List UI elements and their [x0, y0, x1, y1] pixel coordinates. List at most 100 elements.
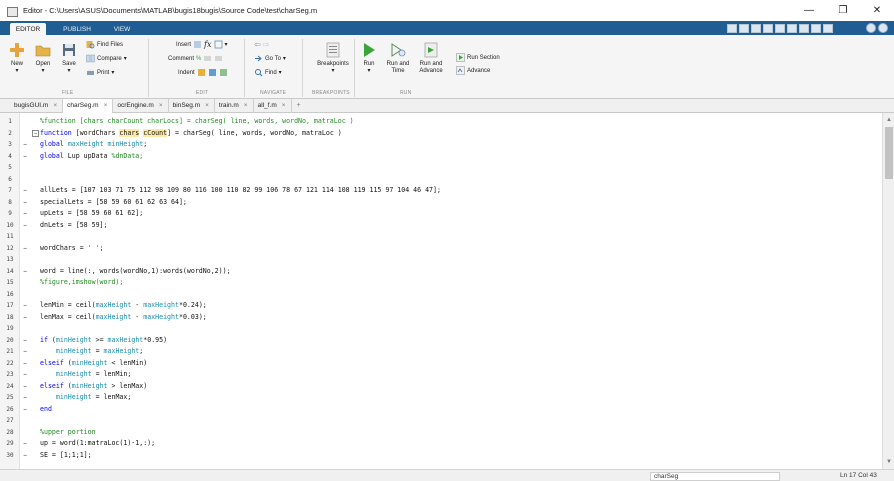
code-line[interactable]: 2 − function [wordChars chars cCount] = ch…: [0, 128, 882, 138]
code-line[interactable]: 4− global Lup upData %dnData;: [0, 152, 882, 161]
code-line[interactable]: 14− word = line(:, words(wordNo,1):words(…: [0, 267, 882, 276]
run-and-time-button[interactable]: Run and Time: [384, 41, 412, 75]
quick-dock-icon[interactable]: [811, 23, 821, 33]
scroll-up-icon[interactable]: ▲: [883, 115, 894, 125]
run-and-advance-button[interactable]: Run and Advance: [416, 41, 446, 75]
compare-button[interactable]: Compare ▾: [86, 54, 127, 63]
quick-switch-windows-icon[interactable]: [799, 23, 809, 33]
code-line[interactable]: 7 − allLets = [107 103 71 75 112 98 109 80…: [0, 186, 882, 195]
executable-line-marker[interactable]: −: [20, 347, 30, 356]
file-tab-charseg[interactable]: charSeg.m ×: [63, 98, 114, 113]
quick-save-icon[interactable]: [727, 23, 737, 33]
minimize-button[interactable]: —: [792, 0, 826, 21]
code-line[interactable]: 20− if (minHeight >= maxHeight*0.95): [0, 336, 882, 345]
run-section-button[interactable]: Run Section: [456, 53, 500, 62]
quick-paste-icon[interactable]: [763, 23, 773, 33]
executable-line-marker[interactable]: −: [20, 301, 30, 310]
code-line[interactable]: 18− lenMax = ceil(maxHeight - maxHeight*0…: [0, 313, 882, 322]
open-button[interactable]: Open ▾: [32, 41, 54, 75]
code-fold-toggle-icon[interactable]: −: [32, 129, 39, 137]
help-icon[interactable]: [866, 23, 876, 33]
run-button[interactable]: Run ▾: [358, 41, 380, 75]
executable-line-marker[interactable]: −: [20, 359, 30, 368]
code-line[interactable]: 10− dnLets = [58 59];: [0, 221, 882, 230]
fx-icon[interactable]: fx: [204, 40, 211, 49]
executable-line-marker[interactable]: −: [20, 313, 30, 322]
executable-line-marker[interactable]: −: [20, 336, 30, 345]
executable-line-marker[interactable]: −: [20, 221, 30, 230]
new-button[interactable]: New ▾: [6, 41, 28, 75]
tab-publish[interactable]: PUBLISH: [58, 23, 96, 35]
code-line[interactable]: 27: [0, 416, 882, 425]
close-tab-icon[interactable]: ×: [159, 102, 163, 109]
code-line[interactable]: 23− minHeight = lenMin;: [0, 370, 882, 379]
file-tab-all-f[interactable]: all_f.m ×: [254, 98, 292, 113]
quick-redo-icon[interactable]: [787, 23, 797, 33]
advance-button[interactable]: Advance: [456, 66, 490, 75]
find-files-button[interactable]: Find Files: [86, 40, 123, 49]
executable-line-marker[interactable]: −: [20, 209, 30, 218]
maximize-button[interactable]: ❐: [826, 0, 860, 21]
code-line[interactable]: 13: [0, 255, 882, 264]
code-line[interactable]: 21− minHeight = maxHeight;: [0, 347, 882, 356]
expand-toolstrip-icon[interactable]: [878, 23, 888, 33]
code-line[interactable]: 24− elseif (minHeight > lenMax): [0, 382, 882, 391]
executable-line-marker[interactable]: −: [20, 152, 30, 161]
executable-line-marker[interactable]: −: [20, 405, 30, 414]
close-tab-icon[interactable]: ×: [104, 102, 108, 109]
print-button[interactable]: Print ▾: [86, 68, 114, 77]
code-line[interactable]: 15 %figure,imshow(word);: [0, 278, 882, 287]
close-button[interactable]: ✕: [860, 0, 894, 21]
quick-undo-icon[interactable]: [775, 23, 785, 33]
insert-button[interactable]: Insert fx ▾: [176, 40, 228, 49]
file-tab-train[interactable]: train.m ×: [215, 98, 254, 113]
close-tab-icon[interactable]: ×: [282, 102, 286, 109]
new-tab-plus-icon[interactable]: +: [297, 102, 301, 109]
file-tab-bugisgui[interactable]: bugisGUI.m ×: [10, 98, 64, 113]
code-line[interactable]: 29− up = word(1:matraLoc(1)-1,:);: [0, 439, 882, 448]
tab-editor[interactable]: EDITOR: [10, 23, 46, 35]
code-line[interactable]: 6: [0, 175, 882, 184]
close-tab-icon[interactable]: ×: [53, 102, 57, 109]
code-line[interactable]: 3 − global maxHeight minHeight;: [0, 140, 882, 149]
code-line[interactable]: 1 %function [chars charCount charLocs] = …: [0, 117, 882, 126]
quick-expand-icon[interactable]: [823, 23, 833, 33]
breakpoints-button[interactable]: Breakpoints ▾: [310, 41, 356, 75]
quick-copy-icon[interactable]: [751, 23, 761, 33]
close-tab-icon[interactable]: ×: [244, 102, 248, 109]
code-line[interactable]: 12− wordChars = ' ';: [0, 244, 882, 253]
code-line[interactable]: 26− end: [0, 405, 882, 414]
code-line[interactable]: 11: [0, 232, 882, 241]
code-line[interactable]: 22− elseif (minHeight < lenMin): [0, 359, 882, 368]
scroll-down-icon[interactable]: ▼: [883, 457, 894, 467]
executable-line-marker[interactable]: −: [20, 370, 30, 379]
code-line[interactable]: 8− specialLets = [58 59 60 61 62 63 64];: [0, 198, 882, 207]
executable-line-marker[interactable]: −: [20, 382, 30, 391]
code-line[interactable]: 30− SE = [1;1;1];: [0, 451, 882, 460]
code-editor[interactable]: 1 %function [chars charCount charLocs] = …: [0, 113, 882, 469]
executable-line-marker[interactable]: −: [20, 140, 30, 149]
find-button[interactable]: Find ▾: [254, 68, 282, 77]
code-line[interactable]: 16: [0, 290, 882, 299]
code-line[interactable]: 9 − upLets = [58 59 60 61 62];: [0, 209, 882, 218]
navigate-back-forward[interactable]: ⇦ ⇨: [254, 40, 269, 49]
executable-line-marker[interactable]: −: [20, 267, 30, 276]
go-to-button[interactable]: Go To ▾: [254, 54, 286, 63]
executable-line-marker[interactable]: −: [20, 186, 30, 195]
vertical-scrollbar[interactable]: ▲ ▼: [882, 113, 894, 469]
back-arrow-icon[interactable]: ⇦: [254, 40, 261, 49]
executable-line-marker[interactable]: −: [20, 393, 30, 402]
scrollbar-thumb[interactable]: [885, 127, 893, 179]
executable-line-marker[interactable]: −: [20, 451, 30, 460]
code-line[interactable]: 25− minHeight = lenMax;: [0, 393, 882, 402]
executable-line-marker[interactable]: −: [20, 198, 30, 207]
executable-line-marker[interactable]: −: [20, 244, 30, 253]
indent-button[interactable]: Indent: [178, 68, 228, 77]
executable-line-marker[interactable]: −: [20, 439, 30, 448]
code-line[interactable]: 28 %upper portion: [0, 428, 882, 437]
forward-arrow-icon[interactable]: ⇨: [263, 40, 270, 49]
close-tab-icon[interactable]: ×: [205, 102, 209, 109]
code-line[interactable]: 5: [0, 163, 882, 172]
file-tab-binseg[interactable]: binSeg.m ×: [169, 98, 215, 113]
code-line[interactable]: 17− lenMin = ceil(maxHeight - maxHeight*0…: [0, 301, 882, 310]
